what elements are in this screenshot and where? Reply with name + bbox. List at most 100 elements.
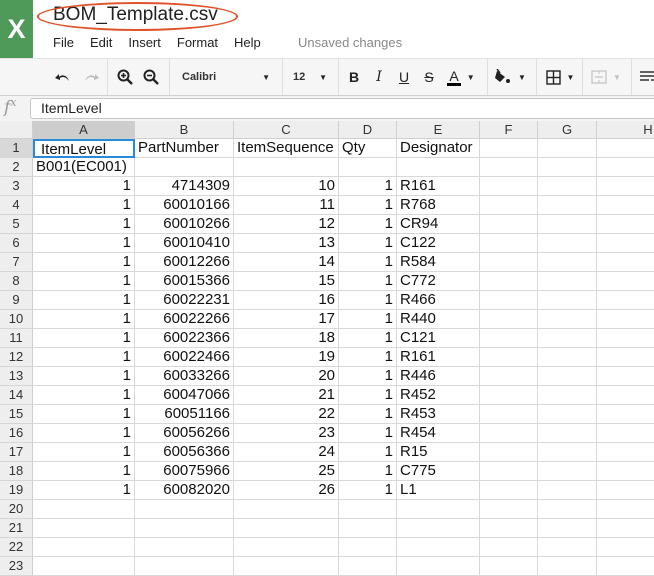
cell-h18[interactable] <box>597 462 654 481</box>
cell-g23[interactable] <box>538 557 597 576</box>
cell-e19[interactable]: L1 <box>397 481 480 500</box>
row-header[interactable]: 21 <box>0 519 33 538</box>
cell-g6[interactable] <box>538 234 597 253</box>
cell-f5[interactable] <box>480 215 538 234</box>
cell-g13[interactable] <box>538 367 597 386</box>
cell-d16[interactable]: 1 <box>339 424 397 443</box>
cell-c16[interactable]: 23 <box>234 424 339 443</box>
cell-b21[interactable] <box>135 519 234 538</box>
cell-b20[interactable] <box>135 500 234 519</box>
cell-d21[interactable] <box>339 519 397 538</box>
cell-g10[interactable] <box>538 310 597 329</box>
cell-d8[interactable]: 1 <box>339 272 397 291</box>
menu-insert[interactable]: Insert <box>128 35 161 50</box>
cell-b17[interactable]: 60056366 <box>135 443 234 462</box>
cell-b9[interactable]: 60022231 <box>135 291 234 310</box>
cell-d13[interactable]: 1 <box>339 367 397 386</box>
cell-d18[interactable]: 1 <box>339 462 397 481</box>
cell-d3[interactable]: 1 <box>339 177 397 196</box>
undo-button[interactable] <box>52 59 74 95</box>
cell-c6[interactable]: 13 <box>234 234 339 253</box>
cell-b19[interactable]: 60082020 <box>135 481 234 500</box>
cell-g8[interactable] <box>538 272 597 291</box>
menu-file[interactable]: File <box>53 35 74 50</box>
column-header-e[interactable]: E <box>397 121 480 139</box>
cell-a12[interactable]: 1 <box>33 348 135 367</box>
cell-a15[interactable]: 1 <box>33 405 135 424</box>
cell-c22[interactable] <box>234 538 339 557</box>
wrap-text-button[interactable] <box>637 59 654 95</box>
cell-e11[interactable]: C121 <box>397 329 480 348</box>
row-header[interactable]: 4 <box>0 196 33 215</box>
cell-f9[interactable] <box>480 291 538 310</box>
cell-h20[interactable] <box>597 500 654 519</box>
cell-f1[interactable] <box>480 139 538 158</box>
cell-f11[interactable] <box>480 329 538 348</box>
row-header[interactable]: 1 <box>0 139 33 158</box>
cell-e7[interactable]: R584 <box>397 253 480 272</box>
cell-e1[interactable]: Designator <box>397 139 480 158</box>
select-all-corner[interactable] <box>0 121 33 139</box>
cell-g11[interactable] <box>538 329 597 348</box>
font-family-select[interactable]: Calibri ▼ <box>176 59 276 95</box>
cell-g18[interactable] <box>538 462 597 481</box>
cell-c17[interactable]: 24 <box>234 443 339 462</box>
cell-e2[interactable] <box>397 158 480 177</box>
cell-f12[interactable] <box>480 348 538 367</box>
cell-b23[interactable] <box>135 557 234 576</box>
cell-f23[interactable] <box>480 557 538 576</box>
column-header-f[interactable]: F <box>480 121 538 139</box>
cell-f2[interactable] <box>480 158 538 177</box>
cell-b5[interactable]: 60010266 <box>135 215 234 234</box>
cell-a8[interactable]: 1 <box>33 272 135 291</box>
cell-f8[interactable] <box>480 272 538 291</box>
cell-h3[interactable] <box>597 177 654 196</box>
column-header-g[interactable]: G <box>538 121 597 139</box>
underline-button[interactable]: U <box>394 59 414 95</box>
cell-h23[interactable] <box>597 557 654 576</box>
row-header[interactable]: 12 <box>0 348 33 367</box>
cell-h16[interactable] <box>597 424 654 443</box>
cell-g2[interactable] <box>538 158 597 177</box>
fill-color-button[interactable]: ▼ <box>493 59 527 95</box>
cell-f7[interactable] <box>480 253 538 272</box>
cell-d11[interactable]: 1 <box>339 329 397 348</box>
cell-a16[interactable]: 1 <box>33 424 135 443</box>
cell-e23[interactable] <box>397 557 480 576</box>
cell-e14[interactable]: R452 <box>397 386 480 405</box>
cell-h1[interactable] <box>597 139 654 158</box>
cell-e9[interactable]: R466 <box>397 291 480 310</box>
cell-h9[interactable] <box>597 291 654 310</box>
cell-a7[interactable]: 1 <box>33 253 135 272</box>
cell-a14[interactable]: 1 <box>33 386 135 405</box>
cell-b3[interactable]: 4714309 <box>135 177 234 196</box>
row-header[interactable]: 9 <box>0 291 33 310</box>
row-header[interactable]: 7 <box>0 253 33 272</box>
cell-g22[interactable] <box>538 538 597 557</box>
cell-f19[interactable] <box>480 481 538 500</box>
cell-a19[interactable]: 1 <box>33 481 135 500</box>
cell-a17[interactable]: 1 <box>33 443 135 462</box>
cell-d23[interactable] <box>339 557 397 576</box>
cell-e21[interactable] <box>397 519 480 538</box>
cell-b12[interactable]: 60022466 <box>135 348 234 367</box>
cell-b15[interactable]: 60051166 <box>135 405 234 424</box>
cell-f20[interactable] <box>480 500 538 519</box>
cell-f21[interactable] <box>480 519 538 538</box>
cell-e4[interactable]: R768 <box>397 196 480 215</box>
cell-f16[interactable] <box>480 424 538 443</box>
row-header[interactable]: 15 <box>0 405 33 424</box>
column-header-b[interactable]: B <box>135 121 234 139</box>
cell-a6[interactable]: 1 <box>33 234 135 253</box>
cell-h7[interactable] <box>597 253 654 272</box>
column-header-d[interactable]: D <box>339 121 397 139</box>
cell-g12[interactable] <box>538 348 597 367</box>
cell-d12[interactable]: 1 <box>339 348 397 367</box>
cell-b4[interactable]: 60010166 <box>135 196 234 215</box>
cell-h4[interactable] <box>597 196 654 215</box>
cell-b14[interactable]: 60047066 <box>135 386 234 405</box>
menu-edit[interactable]: Edit <box>90 35 112 50</box>
italic-button[interactable]: I <box>369 59 389 95</box>
menu-help[interactable]: Help <box>234 35 261 50</box>
cell-h17[interactable] <box>597 443 654 462</box>
